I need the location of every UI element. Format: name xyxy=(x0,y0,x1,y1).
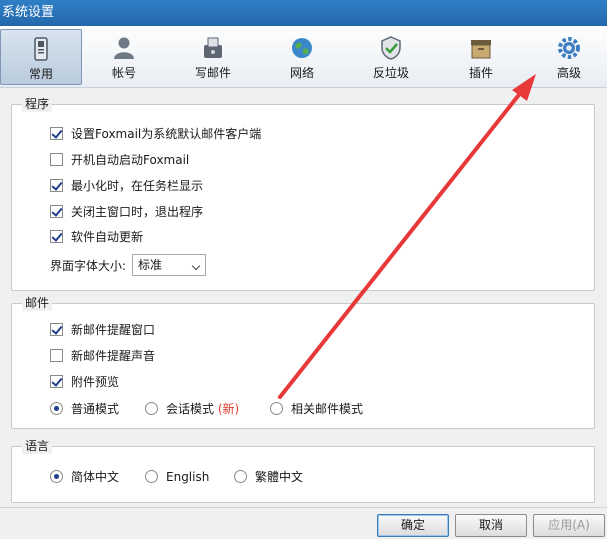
footer-divider xyxy=(0,507,607,508)
mode-label: 会话模式 xyxy=(166,402,215,416)
option-label: English xyxy=(166,470,210,484)
globe-icon xyxy=(292,38,312,58)
group-title: 语言 xyxy=(22,438,53,454)
checkbox[interactable] xyxy=(50,127,63,140)
option-label: 相关邮件模式 xyxy=(291,402,364,416)
tab-antispam[interactable]: 反垃圾 xyxy=(350,29,432,85)
option-label: 普通模式 xyxy=(71,402,120,416)
radio[interactable] xyxy=(145,470,158,483)
font-size-select[interactable]: 标准 xyxy=(132,254,206,276)
tab-label: 网络 xyxy=(289,66,314,80)
option-label: 软件自动更新 xyxy=(71,230,144,244)
option-label: 关闭主窗口时，退出程序 xyxy=(71,205,204,219)
box-icon xyxy=(471,40,491,59)
checkbox[interactable] xyxy=(50,230,63,243)
checkbox[interactable] xyxy=(50,179,63,192)
checkbox[interactable] xyxy=(50,153,63,166)
program-group: 程序 设置Foxmail为系统默认邮件客户端 开机自动启动Foxmail 最小化… xyxy=(11,96,595,291)
window-title: 系统设置 xyxy=(2,5,55,20)
tab-label: 常用 xyxy=(28,67,53,81)
option-label: 会话模式 (新) xyxy=(166,400,239,418)
phone-icon xyxy=(34,37,48,61)
option-label: 最小化时，在任务栏显示 xyxy=(71,179,204,193)
group-title: 邮件 xyxy=(22,295,53,311)
title-bar: 系统设置 xyxy=(0,0,607,26)
checkbox[interactable] xyxy=(50,349,63,362)
tab-compose[interactable]: 写邮件 xyxy=(172,29,254,85)
tab-advanced[interactable]: 高级 xyxy=(528,29,607,85)
checkbox[interactable] xyxy=(50,323,63,336)
radio[interactable] xyxy=(270,402,283,415)
option-label: 开机自动启动Foxmail xyxy=(71,153,190,167)
chevron-down-icon xyxy=(191,261,201,271)
mail-group: 邮件 新邮件提醒窗口 新邮件提醒声音 附件预览 普通模式 会话模式 (新) 相关… xyxy=(11,295,595,429)
tab-plugins[interactable]: 插件 xyxy=(440,29,522,85)
apply-button[interactable]: 应用(A) xyxy=(533,514,605,537)
tab-network[interactable]: 网络 xyxy=(261,29,343,85)
ok-button[interactable]: 确定 xyxy=(377,514,449,537)
language-group: 语言 简体中文 English 繁體中文 xyxy=(11,438,595,503)
option-label: 简体中文 xyxy=(71,470,120,484)
font-size-label: 界面字体大小: xyxy=(50,259,127,273)
tab-general[interactable]: 常用 xyxy=(0,29,82,85)
checkbox[interactable] xyxy=(50,205,63,218)
tab-label: 帐号 xyxy=(111,66,136,80)
option-label: 繁體中文 xyxy=(255,470,304,484)
gear-icon xyxy=(558,37,580,59)
group-title: 程序 xyxy=(22,96,53,112)
checkbox[interactable] xyxy=(50,375,63,388)
tab-label: 高级 xyxy=(556,66,581,80)
compose-icon xyxy=(204,37,222,58)
tab-label: 反垃圾 xyxy=(372,66,409,80)
tab-account[interactable]: 帐号 xyxy=(83,29,165,85)
new-badge: (新) xyxy=(217,402,240,416)
user-icon xyxy=(114,37,134,59)
radio[interactable] xyxy=(234,470,247,483)
tab-label: 写邮件 xyxy=(194,66,231,80)
option-label: 新邮件提醒声音 xyxy=(71,349,156,363)
radio[interactable] xyxy=(145,402,158,415)
option-label: 新邮件提醒窗口 xyxy=(71,323,156,337)
settings-toolbar: 常用 帐号 写邮件 网络 反垃圾 插件 高级 xyxy=(0,26,607,88)
cancel-button[interactable]: 取消 xyxy=(455,514,527,537)
option-label: 设置Foxmail为系统默认邮件客户端 xyxy=(71,127,262,141)
font-size-value: 标准 xyxy=(138,258,163,272)
radio[interactable] xyxy=(50,402,63,415)
option-label: 附件预览 xyxy=(71,375,120,389)
shield-icon xyxy=(381,36,401,60)
tab-label: 插件 xyxy=(468,66,493,80)
radio[interactable] xyxy=(50,470,63,483)
